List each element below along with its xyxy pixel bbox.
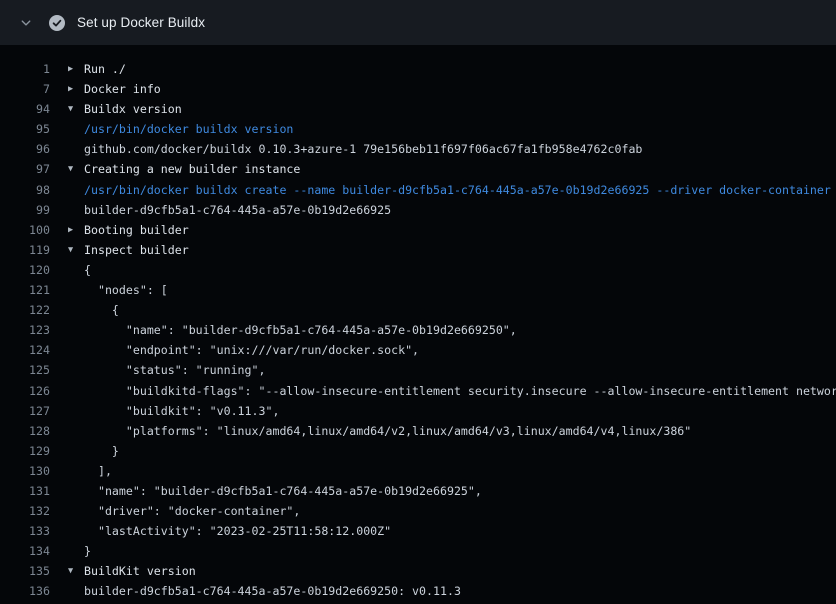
- line-number[interactable]: 1: [0, 59, 50, 79]
- step-header[interactable]: Set up Docker Buildx: [0, 0, 836, 45]
- line-number[interactable]: 132: [0, 501, 50, 521]
- log-line-text: Inspect builder: [84, 240, 189, 260]
- log-line: 125 "status": "running",: [0, 360, 836, 380]
- log-line: 126 "buildkitd-flags": "--allow-insecure…: [0, 381, 836, 401]
- log-line-text: "endpoint": "unix:///var/run/docker.sock…: [84, 340, 419, 360]
- line-number[interactable]: 128: [0, 421, 50, 441]
- check-circle-icon: [49, 15, 65, 31]
- log-line-text: /usr/bin/docker buildx version: [84, 119, 293, 139]
- log-line-text: "buildkit": "v0.11.3",: [84, 401, 279, 421]
- log-line: 131 "name": "builder-d9cfb5a1-c764-445a-…: [0, 481, 836, 501]
- log-line-text: ],: [84, 461, 112, 481]
- line-number[interactable]: 134: [0, 541, 50, 561]
- log-line-text: }: [84, 541, 91, 561]
- log-line-text: Booting builder: [84, 220, 189, 240]
- log-line[interactable]: 94 ▼ Buildx version: [0, 99, 836, 119]
- log-line-text: }: [84, 441, 119, 461]
- workflow-step-log: Set up Docker Buildx 1 ▶ Run ./ 7 ▶ Dock…: [0, 0, 836, 602]
- line-number[interactable]: 122: [0, 300, 50, 320]
- chevron-down-icon[interactable]: [16, 17, 36, 29]
- line-number[interactable]: 97: [0, 159, 50, 179]
- log-line-text: BuildKit version: [84, 561, 196, 581]
- log-line-text: Run ./: [84, 59, 126, 79]
- log-line: 136 builder-d9cfb5a1-c764-445a-a57e-0b19…: [0, 581, 836, 601]
- line-number[interactable]: 127: [0, 401, 50, 421]
- log-line-text: {: [84, 300, 119, 320]
- log-line: 96 github.com/docker/buildx 0.10.3+azure…: [0, 139, 836, 159]
- line-number[interactable]: 125: [0, 360, 50, 380]
- line-number[interactable]: 119: [0, 240, 50, 260]
- log-line-text: Creating a new builder instance: [84, 159, 300, 179]
- log-line: 98 /usr/bin/docker buildx create --name …: [0, 180, 836, 200]
- group-expanded-icon: ▼: [68, 99, 84, 119]
- log-line-text: builder-d9cfb5a1-c764-445a-a57e-0b19d2e6…: [84, 200, 391, 220]
- log-line-text: "status": "running",: [84, 360, 265, 380]
- line-number[interactable]: 96: [0, 139, 50, 159]
- log-line-text: "nodes": [: [84, 280, 168, 300]
- line-number[interactable]: 94: [0, 99, 50, 119]
- log-line: 128 "platforms": "linux/amd64,linux/amd6…: [0, 421, 836, 441]
- step-title: Set up Docker Buildx: [77, 15, 205, 30]
- group-expanded-icon: ▼: [68, 561, 84, 581]
- log-line-text: "name": "builder-d9cfb5a1-c764-445a-a57e…: [84, 481, 482, 501]
- log-line-text: /usr/bin/docker buildx create --name bui…: [84, 180, 831, 200]
- line-number[interactable]: 130: [0, 461, 50, 481]
- log-line-text: {: [84, 260, 91, 280]
- log-line: 95 /usr/bin/docker buildx version: [0, 119, 836, 139]
- group-collapsed-icon: ▶: [68, 220, 84, 240]
- log-line: 130 ],: [0, 461, 836, 481]
- group-expanded-icon: ▼: [68, 240, 84, 260]
- log-line-text: github.com/docker/buildx 0.10.3+azure-1 …: [84, 139, 642, 159]
- line-number[interactable]: 129: [0, 441, 50, 461]
- log-line: 134 }: [0, 541, 836, 561]
- line-number[interactable]: 95: [0, 119, 50, 139]
- line-number[interactable]: 120: [0, 260, 50, 280]
- log-line: 127 "buildkit": "v0.11.3",: [0, 401, 836, 421]
- log-line[interactable]: 119 ▼ Inspect builder: [0, 240, 836, 260]
- log-line[interactable]: 7 ▶ Docker info: [0, 79, 836, 99]
- line-number[interactable]: 99: [0, 200, 50, 220]
- log-line: 122 {: [0, 300, 836, 320]
- log-line: 99 builder-d9cfb5a1-c764-445a-a57e-0b19d…: [0, 200, 836, 220]
- line-number[interactable]: 124: [0, 340, 50, 360]
- line-number[interactable]: 123: [0, 320, 50, 340]
- log-line: 133 "lastActivity": "2023-02-25T11:58:12…: [0, 521, 836, 541]
- log-line: 132 "driver": "docker-container",: [0, 501, 836, 521]
- line-number[interactable]: 133: [0, 521, 50, 541]
- log-line-text: "platforms": "linux/amd64,linux/amd64/v2…: [84, 421, 691, 441]
- log-line-text: Buildx version: [84, 99, 182, 119]
- log-line-text: "buildkitd-flags": "--allow-insecure-ent…: [84, 381, 836, 401]
- log-line[interactable]: 1 ▶ Run ./: [0, 59, 836, 79]
- log-line: 123 "name": "builder-d9cfb5a1-c764-445a-…: [0, 320, 836, 340]
- group-collapsed-icon: ▶: [68, 79, 84, 99]
- log-line[interactable]: 100 ▶ Booting builder: [0, 220, 836, 240]
- line-number[interactable]: 136: [0, 581, 50, 601]
- log-line: 121 "nodes": [: [0, 280, 836, 300]
- log-line-text: "driver": "docker-container",: [84, 501, 300, 521]
- log-line[interactable]: 97 ▼ Creating a new builder instance: [0, 159, 836, 179]
- log-line: 124 "endpoint": "unix:///var/run/docker.…: [0, 340, 836, 360]
- line-number[interactable]: 131: [0, 481, 50, 501]
- log-line: 129 }: [0, 441, 836, 461]
- log-line: 120 {: [0, 260, 836, 280]
- group-expanded-icon: ▼: [68, 159, 84, 179]
- line-number[interactable]: 100: [0, 220, 50, 240]
- line-number[interactable]: 126: [0, 381, 50, 401]
- line-number[interactable]: 7: [0, 79, 50, 99]
- log-line-text: "name": "builder-d9cfb5a1-c764-445a-a57e…: [84, 320, 517, 340]
- log-area: 1 ▶ Run ./ 7 ▶ Docker info 94 ▼ Buildx v…: [0, 45, 836, 602]
- log-line-text: builder-d9cfb5a1-c764-445a-a57e-0b19d2e6…: [84, 581, 461, 601]
- line-number[interactable]: 98: [0, 180, 50, 200]
- log-line-text: "lastActivity": "2023-02-25T11:58:12.000…: [84, 521, 391, 541]
- log-line[interactable]: 135 ▼ BuildKit version: [0, 561, 836, 581]
- line-number[interactable]: 135: [0, 561, 50, 581]
- line-number[interactable]: 121: [0, 280, 50, 300]
- log-line-text: Docker info: [84, 79, 161, 99]
- group-collapsed-icon: ▶: [68, 59, 84, 79]
